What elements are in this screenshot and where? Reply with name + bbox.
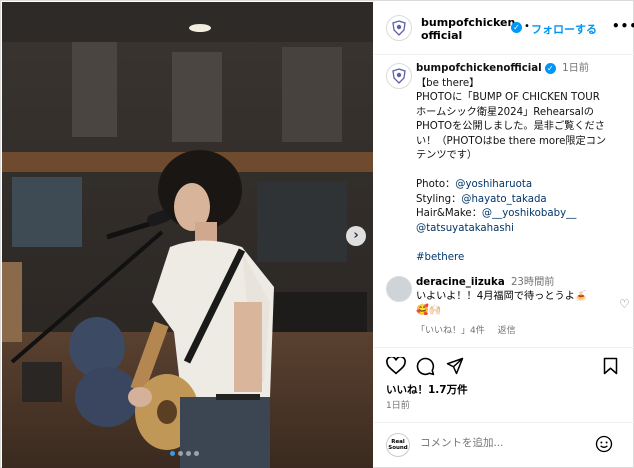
caption-line: PHOTOに「BUMP OF CHICKEN TOUR xyxy=(416,92,600,103)
likes-count[interactable]: いいね！1.7万件 xyxy=(386,382,468,397)
verified-badge-icon: ✓ xyxy=(511,22,522,33)
next-photo-button[interactable]: › xyxy=(346,226,366,246)
follow-button[interactable]: フォローする xyxy=(531,21,597,37)
commenter-username[interactable]: deracine_iizuka xyxy=(416,277,505,288)
hashtag-link[interactable]: #bethere xyxy=(416,252,464,263)
bump-logo-icon xyxy=(392,20,406,36)
carousel-dots xyxy=(170,451,199,456)
credit-handle-link[interactable]: @hayato_takada xyxy=(461,194,546,205)
more-options-button[interactable]: ••• xyxy=(612,19,634,33)
carousel-dot xyxy=(186,451,191,456)
comment-likes-link[interactable]: 「いいね！」4件 xyxy=(416,326,485,336)
post-details-panel: bumpofchicken official ✓ • フォローする ••• bu… xyxy=(374,2,634,468)
current-user-avatar: Real Sound xyxy=(386,433,410,457)
credit-line: Hair&Make：@__yoshikobaby__ xyxy=(416,208,577,219)
commenter-avatar[interactable] xyxy=(386,276,412,302)
comment-like-heart-icon[interactable]: ♡ xyxy=(619,297,630,311)
reply-button[interactable]: 返信 xyxy=(498,326,516,336)
account-avatar[interactable] xyxy=(386,15,412,41)
caption-line: ホームシック衛星2024」Rehearsalの xyxy=(416,106,594,118)
caption-line: テンツです） xyxy=(416,150,478,161)
save-bookmark-icon[interactable] xyxy=(603,357,618,375)
emoji-icon[interactable] xyxy=(595,435,613,453)
comment-text-2: 🥰🙌🏻 xyxy=(416,305,442,316)
carousel-dot xyxy=(178,451,183,456)
post-window: › bumpofchicken official ✓ • フォローする •• b… xyxy=(0,0,634,468)
comment-time[interactable]: 23時間前 xyxy=(511,277,555,288)
caption-line: PHOTOを公開しました。是非ご覧くださ xyxy=(416,121,605,132)
header-separator: • xyxy=(524,21,530,32)
bump-logo-icon xyxy=(392,68,406,84)
photo-image xyxy=(2,2,373,468)
post-actions: いいね！1.7万件 1日前 xyxy=(374,347,634,417)
post-photo[interactable]: › xyxy=(2,2,373,468)
credit-handle-link[interactable]: @tatsuyatakahashi xyxy=(416,223,514,234)
verified-badge-icon: ✓ xyxy=(544,62,556,74)
caption-line: 【be there】 xyxy=(416,77,480,89)
carousel-dot-active xyxy=(170,451,175,456)
caption-avatar[interactable] xyxy=(386,63,412,89)
caption-username[interactable]: bumpofchickenofficial xyxy=(416,63,542,74)
credit-line: @tatsuyatakahashi xyxy=(416,222,630,237)
comment-bubble-icon[interactable] xyxy=(416,357,435,376)
caption-time[interactable]: 1日前 xyxy=(562,63,589,74)
carousel-dot xyxy=(194,451,199,456)
post-header: bumpofchicken official ✓ • フォローする ••• xyxy=(374,2,634,55)
credit-handle-link[interactable]: @yoshiharuota xyxy=(455,179,532,190)
comment-input[interactable] xyxy=(420,437,590,449)
account-username[interactable]: bumpofchicken official xyxy=(421,16,515,42)
credit-line: Styling：@hayato_takada xyxy=(416,193,547,205)
credit-line: Photo：@yoshiharuota xyxy=(416,179,533,190)
like-heart-icon[interactable] xyxy=(386,357,406,375)
caption-text: bumpofchickenofficial ✓ 1日前 【be there】 P… xyxy=(416,62,630,265)
add-comment-bar: Real Sound xyxy=(374,422,634,468)
post-date[interactable]: 1日前 xyxy=(386,398,410,411)
comment-text: いよいよ！！4月福岡で待っとうよ🍝 xyxy=(416,291,588,302)
caption-line: い！（PHOTOはbe there more限定コン xyxy=(416,135,607,147)
comment-item: deracine_iizuka 23時間前 いよいよ！！4月福岡で待っとうよ🍝 … xyxy=(386,276,630,338)
share-paper-plane-icon[interactable] xyxy=(446,357,464,375)
credit-handle-link[interactable]: @__yoshikobaby__ xyxy=(482,208,576,219)
